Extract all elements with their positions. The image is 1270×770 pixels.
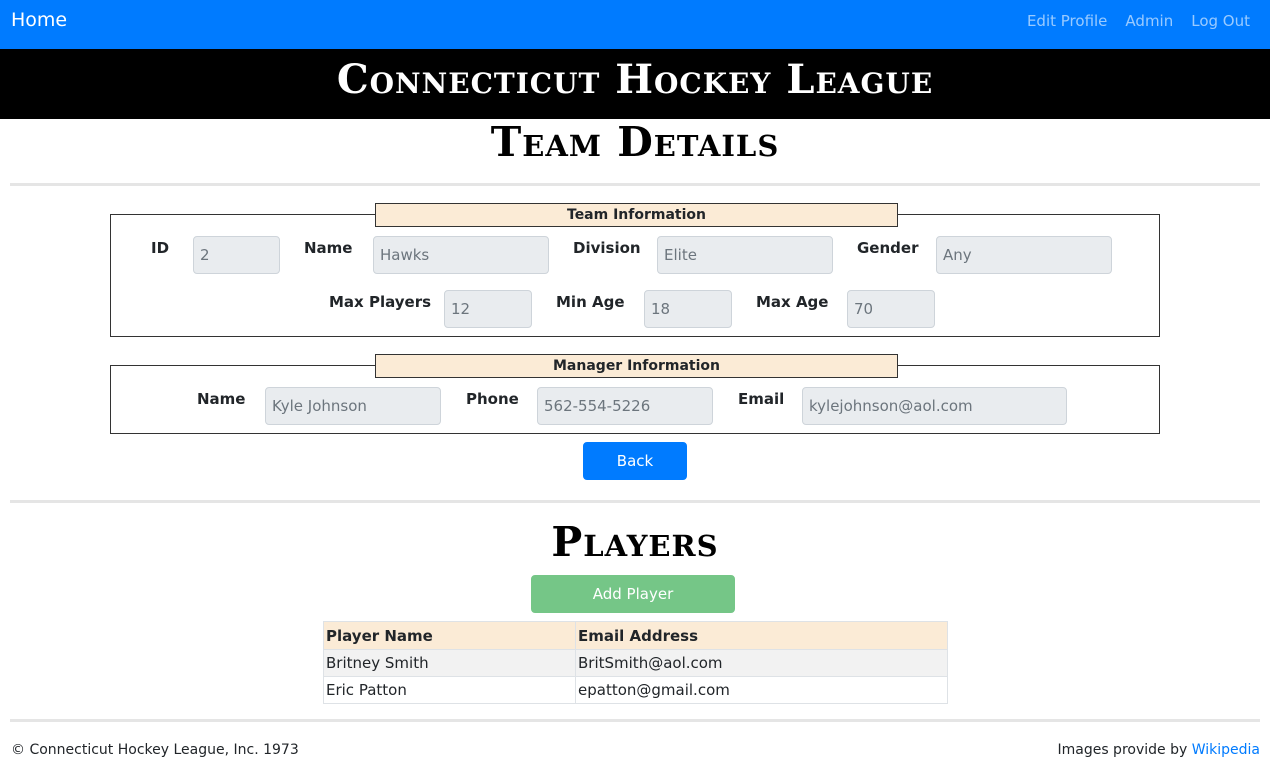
footer-credit: Images provide by Wikipedia	[1057, 742, 1260, 758]
divider	[10, 719, 1260, 722]
column-header-player-name: Player Name	[323, 621, 576, 650]
max-players-field[interactable]: 12	[444, 290, 532, 328]
top-navbar: Home Edit Profile Admin Log Out	[0, 0, 1270, 49]
gender-label: Gender	[857, 239, 919, 257]
team-id-field[interactable]: 2	[193, 236, 280, 274]
league-title: Connecticut Hockey League	[336, 56, 934, 103]
division-label: Division	[573, 239, 641, 257]
manager-information-fieldset: Manager Information Name Kyle Johnson Ph…	[110, 354, 1160, 434]
gender-field[interactable]: Any	[936, 236, 1112, 274]
page-title: Team Details	[490, 118, 780, 166]
add-player-button[interactable]: Add Player	[531, 575, 735, 613]
wikipedia-link[interactable]: Wikipedia	[1192, 742, 1260, 758]
max-age-label: Max Age	[756, 293, 829, 311]
manager-email-field[interactable]: kylejohnson@aol.com	[802, 387, 1067, 425]
divider	[10, 500, 1260, 503]
manager-name-label: Name	[197, 390, 246, 408]
players-title: Players	[551, 518, 719, 566]
player-name-cell: Eric Patton	[323, 676, 576, 704]
footer-credit-text: Images provide by	[1057, 742, 1188, 758]
nav-links: Edit Profile Admin Log Out	[1027, 12, 1250, 30]
league-banner: Connecticut Hockey League	[0, 49, 1270, 119]
manager-name-field[interactable]: Kyle Johnson	[265, 387, 441, 425]
player-email-cell: epatton@gmail.com	[575, 676, 948, 704]
team-information-fieldset: Team Information ID 2 Name Hawks Divisio…	[110, 203, 1160, 337]
team-name-field[interactable]: Hawks	[373, 236, 549, 274]
table-header-row: Player Name Email Address	[323, 621, 948, 650]
min-age-field[interactable]: 18	[644, 290, 732, 328]
nav-edit-profile-link[interactable]: Edit Profile	[1027, 12, 1107, 30]
back-button[interactable]: Back	[583, 442, 687, 480]
max-age-field[interactable]: 70	[847, 290, 935, 328]
nav-home-link[interactable]: Home	[11, 9, 67, 31]
divider	[10, 183, 1260, 186]
table-row[interactable]: Britney Smith BritSmith@aol.com	[323, 649, 948, 677]
column-header-email: Email Address	[575, 621, 948, 650]
team-name-label: Name	[304, 239, 353, 257]
team-id-label: ID	[151, 239, 170, 257]
max-players-label: Max Players	[329, 293, 432, 311]
nav-logout-link[interactable]: Log Out	[1191, 12, 1250, 30]
manager-phone-label: Phone	[466, 390, 519, 408]
table-row[interactable]: Eric Patton epatton@gmail.com	[323, 676, 948, 704]
player-email-cell: BritSmith@aol.com	[575, 649, 948, 677]
player-name-cell: Britney Smith	[323, 649, 576, 677]
players-table: Player Name Email Address Britney Smith …	[323, 621, 948, 704]
division-field[interactable]: Elite	[657, 236, 833, 274]
nav-admin-link[interactable]: Admin	[1125, 12, 1173, 30]
manager-phone-field[interactable]: 562-554-5226	[537, 387, 713, 425]
footer-copyright: © Connecticut Hockey League, Inc. 1973	[11, 742, 299, 758]
team-information-legend: Team Information	[375, 203, 898, 227]
manager-email-label: Email	[738, 390, 785, 408]
manager-information-legend: Manager Information	[375, 354, 898, 378]
min-age-label: Min Age	[556, 293, 625, 311]
